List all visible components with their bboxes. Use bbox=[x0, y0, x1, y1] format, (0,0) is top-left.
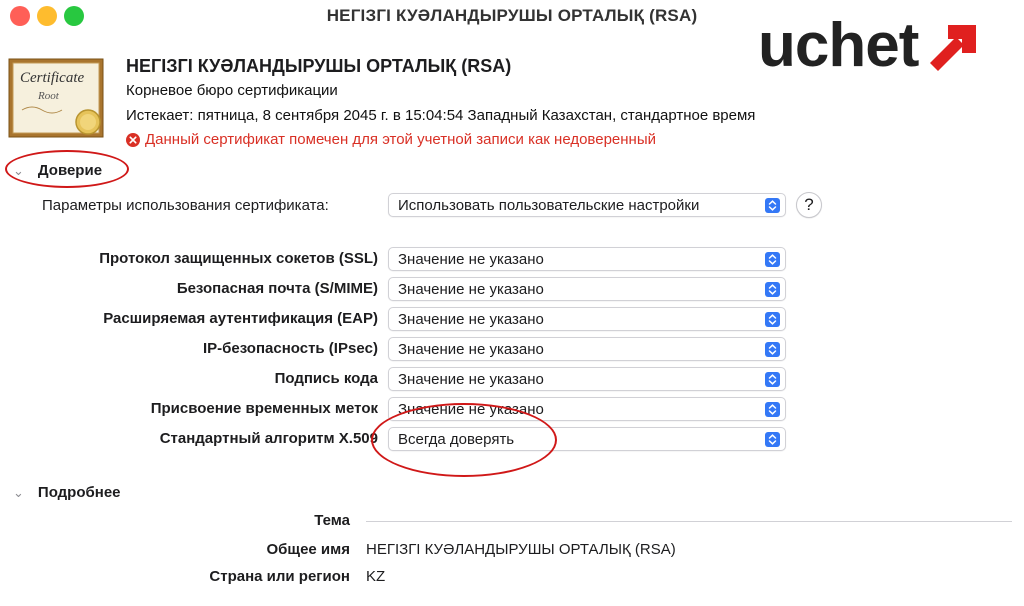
row-label-ssl: Протокол защищенных сокетов (SSL) bbox=[99, 250, 378, 267]
subject-divider bbox=[366, 521, 1012, 522]
certificate-warning: Данный сертификат помечен для этой учетн… bbox=[126, 131, 656, 148]
usage-label: Параметры использования сертификата: bbox=[42, 197, 329, 214]
code-signing-select[interactable]: Значение не указано bbox=[388, 367, 786, 391]
certificate-image: Certificate Root bbox=[8, 58, 104, 138]
row-label-x509: Стандартный алгоритм X.509 bbox=[159, 430, 378, 447]
smime-select[interactable]: Значение не указано bbox=[388, 277, 786, 301]
common-name-label: Общее имя bbox=[266, 541, 350, 558]
ipsec-select-value: Значение не указано bbox=[398, 340, 544, 358]
certificate-image-sublabel: Root bbox=[38, 90, 59, 102]
common-name-value: НЕГІЗГІ КУӘЛАНДЫРУШЫ ОРТАЛЫҚ (RSA) bbox=[366, 541, 676, 558]
annotation-circle bbox=[5, 150, 129, 188]
code-signing-select-value: Значение не указано bbox=[398, 370, 544, 388]
row-label-timestamping: Присвоение временных меток bbox=[150, 400, 378, 417]
warning-text: Данный сертификат помечен для этой учетн… bbox=[145, 131, 656, 148]
country-value: KZ bbox=[366, 568, 386, 585]
row-label-ipsec: IP-безопасность (IPsec) bbox=[202, 340, 378, 357]
country-label: Страна или регион bbox=[209, 568, 350, 585]
details-section-label: Подробнее bbox=[37, 484, 121, 501]
select-stepper-icon bbox=[765, 432, 780, 447]
smime-select-value: Значение не указано bbox=[398, 280, 544, 298]
row-label-code-signing: Подпись кода bbox=[274, 370, 378, 387]
usage-select-value: Использовать пользовательские настройки bbox=[398, 196, 700, 214]
select-stepper-icon bbox=[765, 312, 780, 327]
error-icon bbox=[126, 132, 140, 147]
select-stepper-icon bbox=[765, 402, 780, 417]
ipsec-select[interactable]: Значение не указано bbox=[388, 337, 786, 361]
ssl-select-value: Значение не указано bbox=[398, 250, 544, 268]
select-stepper-icon bbox=[765, 198, 780, 213]
certificate-name: НЕГІЗГІ КУӘЛАНДЫРУШЫ ОРТАЛЫҚ (RSA) bbox=[126, 56, 512, 76]
select-stepper-icon bbox=[765, 342, 780, 357]
select-stepper-icon bbox=[765, 372, 780, 387]
subject-label: Тема bbox=[314, 512, 350, 529]
arrow-logo-icon bbox=[930, 25, 977, 71]
ssl-select[interactable]: Значение не указано bbox=[388, 247, 786, 271]
certificate-expiry: Истекает: пятница, 8 сентября 2045 г. в … bbox=[126, 107, 756, 124]
annotation-ellipse bbox=[371, 403, 557, 477]
chevron-down-icon: ⌄ bbox=[13, 484, 24, 500]
certificate-image-label: Certificate bbox=[20, 70, 85, 86]
eap-select[interactable]: Значение не указано bbox=[388, 307, 786, 331]
details-section-toggle[interactable]: ⌄ Подробнее bbox=[13, 484, 121, 501]
select-stepper-icon bbox=[765, 282, 780, 297]
logo-text: uchet bbox=[758, 11, 919, 80]
certificate-kind: Корневое бюро сертификации bbox=[126, 82, 338, 99]
select-stepper-icon bbox=[765, 252, 780, 267]
uchet-logo: uchet bbox=[758, 11, 980, 80]
eap-select-value: Значение не указано bbox=[398, 310, 544, 328]
usage-select[interactable]: Использовать пользовательские настройки bbox=[388, 193, 786, 217]
help-button[interactable]: ? bbox=[796, 192, 822, 218]
row-label-smime: Безопасная почта (S/MIME) bbox=[176, 280, 378, 297]
row-label-eap: Расширяемая аутентификация (EAP) bbox=[103, 310, 378, 327]
